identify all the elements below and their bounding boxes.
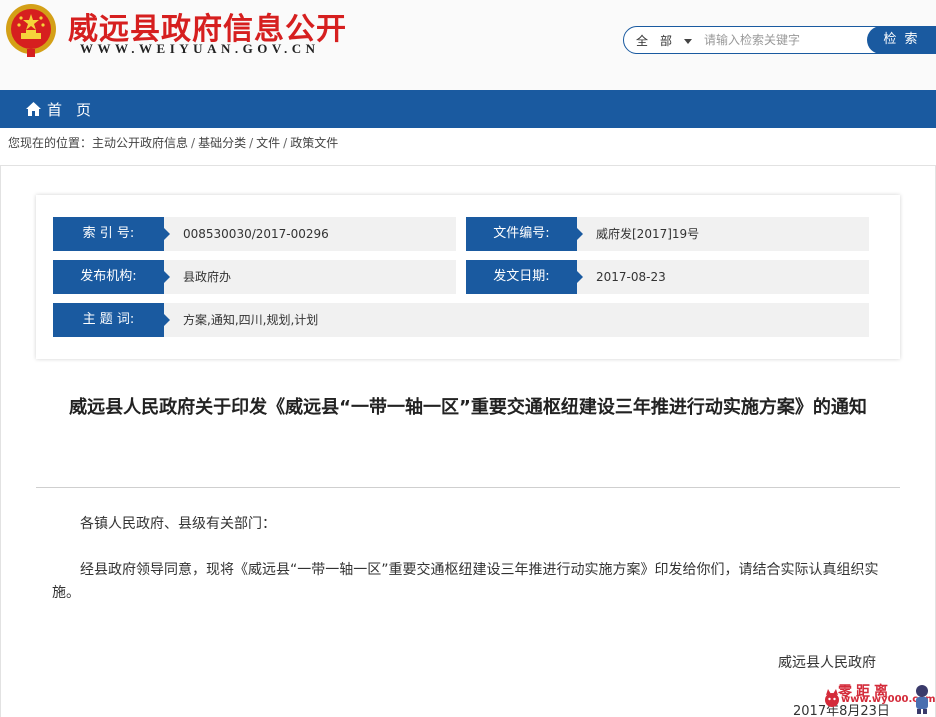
breadcrumb-item[interactable]: 文件 bbox=[256, 136, 280, 150]
info-value: 县政府办 bbox=[183, 270, 232, 284]
info-row-docno: 文件编号: 威府发[2017]19号 bbox=[466, 217, 869, 251]
info-label: 发文日期: bbox=[466, 260, 583, 294]
breadcrumb-prefix: 您现在的位置： bbox=[8, 136, 93, 150]
info-value: 方案,通知,四川,规划,计划 bbox=[183, 313, 319, 327]
breadcrumb-item[interactable]: 基础分类 bbox=[198, 136, 246, 150]
breadcrumb-separator: / bbox=[249, 136, 254, 150]
info-row-date: 发文日期: 2017-08-23 bbox=[466, 260, 869, 294]
breadcrumb-separator: / bbox=[283, 136, 288, 150]
divider bbox=[36, 487, 900, 488]
info-label: 索 引 号: bbox=[53, 217, 170, 251]
info-label: 主 题 词: bbox=[53, 303, 170, 337]
search-scope-select[interactable]: 全 部 bbox=[636, 32, 672, 49]
nav-home-label: 首页 bbox=[47, 100, 106, 119]
info-row-subject: 主 题 词: 方案,通知,四川,规划,计划 bbox=[53, 303, 869, 337]
info-label: 文件编号: bbox=[466, 217, 583, 251]
info-row-index: 索 引 号: 008530030/2017-00296 bbox=[53, 217, 456, 251]
chevron-down-icon[interactable] bbox=[684, 39, 692, 44]
site-url: WWW.WEIYUAN.GOV.CN bbox=[80, 41, 320, 56]
main-nav: 首页 bbox=[0, 90, 936, 128]
search-input[interactable] bbox=[704, 30, 864, 50]
breadcrumb-item[interactable]: 主动公开政府信息 bbox=[92, 136, 188, 150]
national-emblem-icon bbox=[6, 4, 56, 57]
document-signature: 威远县人民政府 bbox=[778, 655, 876, 671]
watermark-figure-icon bbox=[916, 685, 928, 714]
breadcrumb-item[interactable]: 政策文件 bbox=[290, 136, 338, 150]
info-value: 008530030/2017-00296 bbox=[183, 227, 329, 241]
info-value: 威府发[2017]19号 bbox=[596, 227, 700, 241]
document-salutation: 各镇人民政府、县级有关部门： bbox=[80, 516, 276, 532]
breadcrumb: 您现在的位置：主动公开政府信息 / 基础分类 / 文件 / 政策文件 bbox=[8, 134, 338, 151]
breadcrumb-separator: / bbox=[191, 136, 196, 150]
document-title: 威远县人民政府关于印发《威远县“一带一轴一区”重要交通枢纽建设三年推进行动实施方… bbox=[69, 397, 867, 418]
search-button[interactable]: 检 索 bbox=[867, 26, 936, 54]
info-value: 2017-08-23 bbox=[596, 270, 666, 284]
document-body: 经县政府领导同意，现将《威远县“一带一轴一区”重要交通枢纽建设三年推进行动实施方… bbox=[52, 562, 879, 601]
info-label: 发布机构: bbox=[53, 260, 170, 294]
info-row-publisher: 发布机构: 县政府办 bbox=[53, 260, 456, 294]
home-icon bbox=[26, 102, 41, 116]
nav-home-link[interactable]: 首页 bbox=[26, 90, 105, 128]
